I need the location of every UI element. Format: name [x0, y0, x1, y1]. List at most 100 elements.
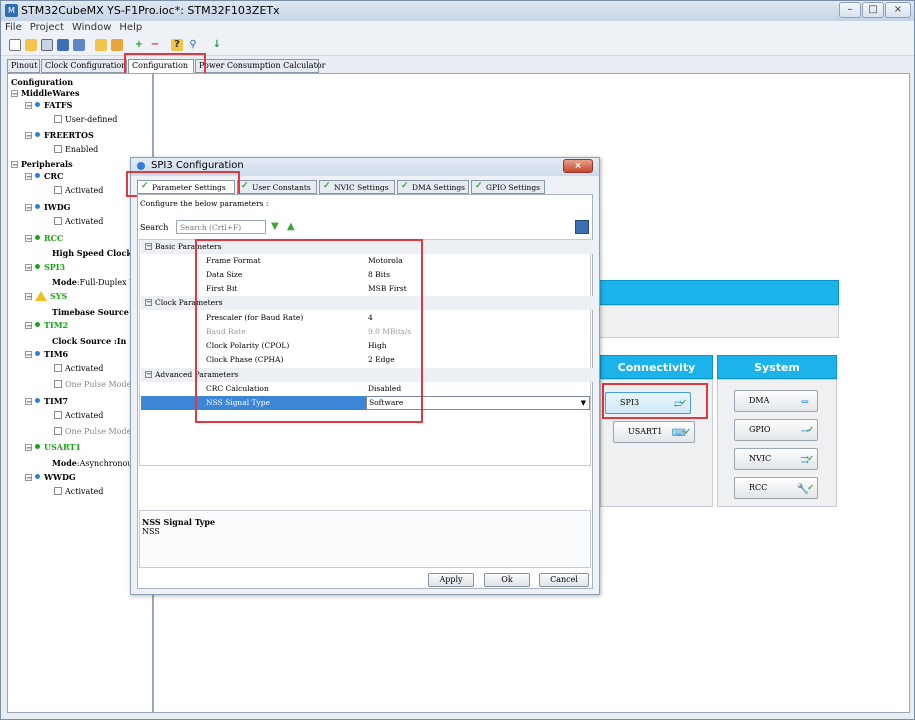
collapse-icon[interactable]: −: [25, 264, 32, 271]
collapse-icon[interactable]: −: [25, 444, 32, 451]
menu-file[interactable]: File: [1, 21, 26, 34]
param-row[interactable]: Clock Phase (CPHA) 2 Edge: [141, 353, 593, 367]
menu-help[interactable]: Help: [115, 21, 146, 34]
collapse-icon[interactable]: −: [145, 243, 152, 250]
tree-item-wwdg[interactable]: − WWDG: [25, 472, 76, 482]
tim7-option-activated[interactable]: Activated: [54, 411, 103, 420]
collapse-icon[interactable]: −: [11, 161, 18, 168]
save-as-icon[interactable]: [73, 39, 85, 51]
iwdg-option[interactable]: Activated: [54, 217, 103, 226]
nss-signal-type-select[interactable]: Software ▼: [366, 396, 590, 410]
tab-gpio-settings[interactable]: ✓ GPIO Settings: [471, 180, 545, 194]
collapse-icon[interactable]: −: [25, 293, 32, 300]
apply-button[interactable]: Apply: [428, 573, 474, 587]
zoom-out-icon[interactable]: −: [149, 39, 161, 51]
tim6-option-one-pulse[interactable]: One Pulse Mode: [54, 380, 131, 389]
save-icon[interactable]: [57, 39, 69, 51]
param-row[interactable]: Frame Format Motorola: [141, 254, 593, 268]
tree-item-rcc[interactable]: − RCC: [25, 233, 63, 243]
close-window-button[interactable]: ×: [885, 2, 911, 18]
collapse-icon[interactable]: −: [11, 90, 18, 97]
collapse-icon[interactable]: −: [25, 102, 32, 109]
minimize-button[interactable]: –: [839, 2, 861, 18]
menu-project[interactable]: Project: [26, 21, 68, 34]
search-up-icon[interactable]: ▲: [287, 221, 295, 232]
wwdg-option[interactable]: Activated: [54, 487, 103, 496]
checkbox[interactable]: [54, 115, 62, 123]
tree-item-crc[interactable]: − CRC: [25, 171, 63, 181]
tab-parameter-settings[interactable]: ✓ Parameter Settings: [137, 180, 235, 194]
generate-report-icon[interactable]: [111, 39, 123, 51]
collapse-icon[interactable]: −: [145, 299, 152, 306]
tree-item-tim6[interactable]: − TIM6: [25, 349, 68, 359]
tree-item-usart1[interactable]: − USART1: [25, 442, 81, 452]
tab-nvic-settings[interactable]: ✓ NVIC Settings: [319, 180, 395, 194]
tree-item-sys[interactable]: − SYS: [25, 291, 67, 301]
help-icon[interactable]: ?: [171, 39, 183, 51]
tree-item-spi3[interactable]: − SPI3: [25, 262, 65, 272]
param-row[interactable]: Clock Polarity (CPOL) High: [141, 339, 593, 353]
download-arrow-icon[interactable]: ↓: [211, 39, 223, 51]
tab-user-constants[interactable]: ✓ User Constants: [237, 180, 317, 194]
param-row[interactable]: Data Size 8 Bits: [141, 268, 593, 282]
new-file-icon[interactable]: [9, 39, 21, 51]
collapse-icon[interactable]: −: [25, 398, 32, 405]
tree-item-iwdg[interactable]: − IWDG: [25, 202, 71, 212]
collapse-icon[interactable]: −: [25, 235, 32, 242]
tim6-option-activated[interactable]: Activated: [54, 364, 103, 373]
crc-option[interactable]: Activated: [54, 186, 103, 195]
open-folder-icon[interactable]: [25, 39, 37, 51]
tim7-option-one-pulse[interactable]: One Pulse Mode: [54, 427, 131, 436]
cancel-button[interactable]: Cancel: [539, 573, 589, 587]
checkbox[interactable]: [54, 487, 62, 495]
tree-item-freertos[interactable]: − FREERTOS: [25, 130, 94, 140]
tree-item-tim7[interactable]: − TIM7: [25, 396, 68, 406]
maximize-button[interactable]: □: [862, 2, 884, 18]
group-advanced-parameters[interactable]: − Advanced Parameters: [141, 368, 593, 382]
checkbox[interactable]: [54, 380, 62, 388]
dma-button[interactable]: DMA ⇔: [734, 390, 818, 412]
search-input[interactable]: [176, 220, 266, 234]
collapse-icon[interactable]: −: [25, 173, 32, 180]
gpio-button[interactable]: GPIO → ✓: [734, 419, 818, 441]
checkbox[interactable]: [54, 427, 62, 435]
tab-dma-settings[interactable]: ✓ DMA Settings: [397, 180, 469, 194]
collapse-icon[interactable]: −: [25, 204, 32, 211]
param-row-selected[interactable]: NSS Signal Type: [141, 396, 366, 410]
tree-item-tim2[interactable]: − TIM2: [25, 320, 68, 330]
collapse-icon[interactable]: −: [145, 371, 152, 378]
freertos-option[interactable]: Enabled: [54, 145, 98, 154]
collapse-icon[interactable]: −: [25, 474, 32, 481]
tree-middlewares[interactable]: − MiddleWares: [11, 88, 80, 98]
ok-button[interactable]: Ok: [484, 573, 530, 587]
group-basic-parameters[interactable]: − Basic Parameters: [141, 240, 593, 254]
search-down-icon[interactable]: ▼: [271, 221, 279, 232]
spi3-button[interactable]: SPI3 ⇄ ✓: [605, 392, 691, 414]
dialog-close-button[interactable]: ×: [563, 159, 593, 173]
tree-item-fatfs[interactable]: − FATFS: [25, 100, 72, 110]
load-icon[interactable]: [41, 39, 53, 51]
checkbox[interactable]: [54, 145, 62, 153]
collapse-icon[interactable]: −: [25, 132, 32, 139]
usart1-button[interactable]: USART1 ⌨ ✓: [613, 421, 695, 443]
tab-clock-configuration[interactable]: Clock Configuration: [41, 59, 127, 73]
table-view-icon[interactable]: [575, 220, 589, 234]
rcc-button[interactable]: RCC 🔧 ✓: [734, 477, 818, 499]
collapse-icon[interactable]: −: [25, 351, 32, 358]
checkbox[interactable]: [54, 411, 62, 419]
collapse-icon[interactable]: −: [25, 322, 32, 329]
checkbox[interactable]: [54, 186, 62, 194]
checkbox[interactable]: [54, 217, 62, 225]
tab-configuration[interactable]: Configuration: [128, 59, 194, 74]
zoom-in-icon[interactable]: +: [133, 39, 145, 51]
param-row[interactable]: CRC Calculation Disabled: [141, 382, 593, 396]
param-row[interactable]: First Bit MSB First: [141, 282, 593, 296]
tab-pinout[interactable]: Pinout: [7, 59, 40, 73]
group-clock-parameters[interactable]: − Clock Parameters: [141, 296, 593, 310]
param-row[interactable]: Prescaler (for Baud Rate) 4: [141, 311, 593, 325]
search-icon[interactable]: ⚲: [187, 39, 199, 51]
tab-power-consumption[interactable]: Power Consumption Calculator: [195, 59, 325, 73]
menu-window[interactable]: Window: [68, 21, 115, 34]
generate-code-icon[interactable]: [95, 39, 107, 51]
checkbox[interactable]: [54, 364, 62, 372]
